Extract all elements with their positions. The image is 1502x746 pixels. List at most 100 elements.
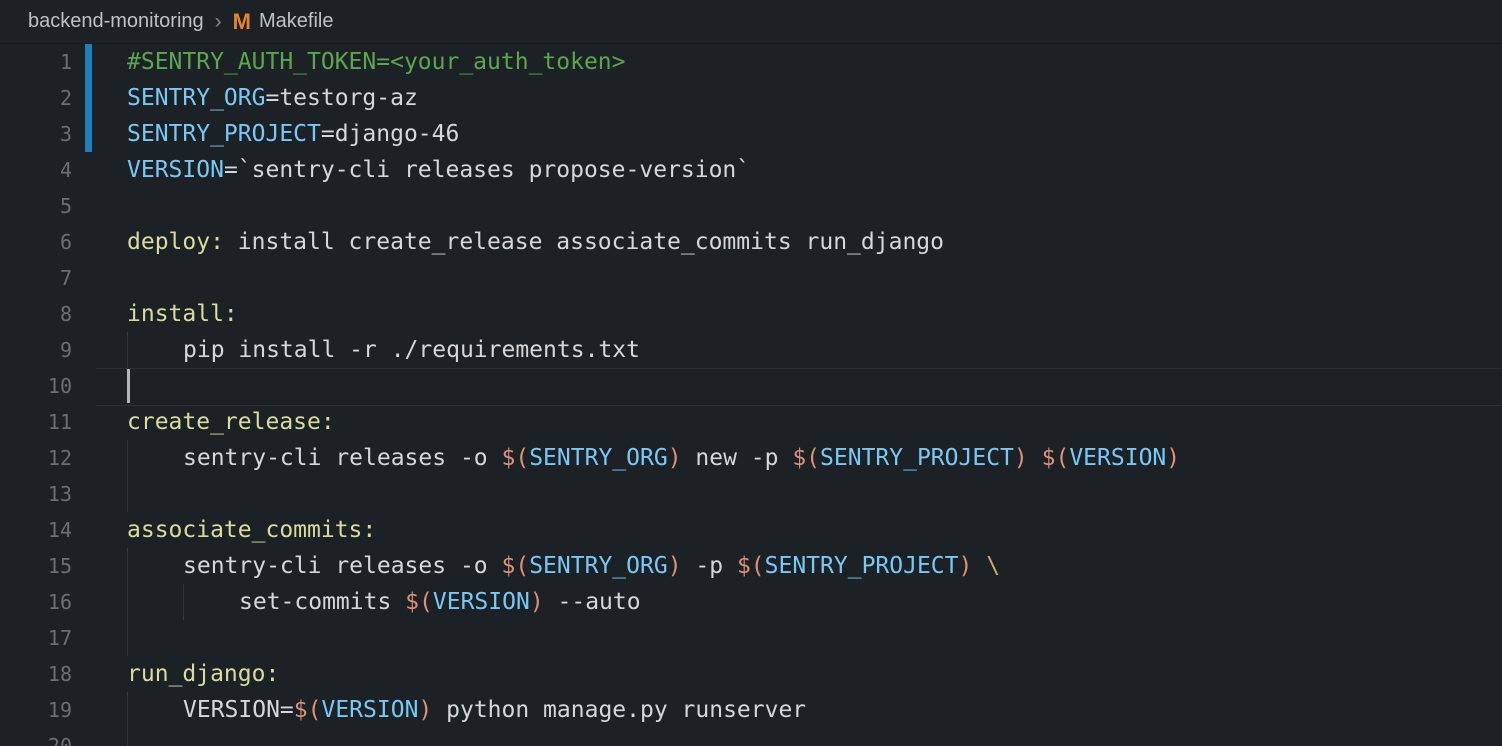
code-segment: VERSION — [433, 589, 530, 615]
code-segment: =`sentry-cli releases propose-version` — [224, 157, 750, 183]
code-segment: $( — [792, 445, 820, 471]
line-number: 16 — [0, 584, 72, 620]
code-segment: ) — [1014, 445, 1028, 471]
code-segment: associate_commits: — [127, 517, 376, 543]
code-line[interactable]: 1 #SENTRY_AUTH_TOKEN=<your_auth_token> — [0, 44, 1502, 80]
code-segment: ) — [530, 589, 544, 615]
code-line[interactable]: 11create_release: — [0, 404, 1502, 440]
indent-guide — [127, 548, 128, 584]
code-segment: =django-46 — [321, 121, 459, 147]
code-segment: SENTRY_ORG — [529, 445, 667, 471]
code-segment: =testorg-az — [265, 85, 417, 111]
code-segment: ) — [959, 553, 973, 579]
code-segment: $( — [737, 553, 765, 579]
line-number: 1 — [0, 44, 72, 80]
git-modified-indicator[interactable] — [85, 44, 92, 152]
code-line[interactable]: 19VERSION=$(VERSION) python manage.py ru… — [0, 692, 1502, 728]
code-segment: install create_release associate_commits… — [224, 229, 944, 255]
code-segment: deploy: — [127, 229, 224, 255]
code-segment: python manage.py runserver — [432, 697, 806, 723]
line-number: 13 — [0, 476, 72, 512]
code-segment: $( — [294, 697, 322, 723]
code-segment: run_django: — [127, 661, 279, 687]
code-line[interactable]: 18 run_django: — [0, 656, 1502, 692]
indent-guide — [127, 692, 128, 728]
code-line[interactable]: 7 — [0, 260, 1502, 296]
code-segment: new -p — [682, 445, 793, 471]
code-segment: SENTRY_ORG — [529, 553, 667, 579]
code-line[interactable]: 15sentry-cli releases -o $(SENTRY_ORG) -… — [0, 548, 1502, 584]
makefile-icon: M — [233, 9, 251, 35]
code-segment: --auto — [544, 589, 641, 615]
code-segment: ) — [668, 445, 682, 471]
line-number: 14 — [0, 512, 72, 548]
code-segment: ) — [668, 553, 682, 579]
code-segment: VERSION= — [183, 697, 294, 723]
code-segment: SENTRY_PROJECT — [127, 121, 321, 147]
breadcrumb-file-label: Makefile — [259, 10, 333, 33]
code-segment: #SENTRY_AUTH_TOKEN=<your_auth_token> — [127, 49, 626, 75]
code-line[interactable]: 13 — [0, 476, 1502, 512]
code-segment — [1028, 445, 1042, 471]
chevron-right-icon: › — [213, 10, 224, 34]
code-line[interactable]: 6 deploy: install create_release associat… — [0, 224, 1502, 260]
code-line[interactable]: 9 pip install -r ./requirements.txt — [0, 332, 1502, 368]
code-line[interactable]: 14 associate_commits: — [0, 512, 1502, 548]
indent-guide — [127, 728, 128, 746]
code-segment: ) — [1166, 445, 1180, 471]
code-line[interactable]: 4 VERSION=`sentry-cli releases propose-ve… — [0, 152, 1502, 188]
code-line[interactable]: 16 set-commits $(VERSION) --auto — [0, 584, 1502, 620]
code-line[interactable]: 5 — [0, 188, 1502, 224]
line-number: 5 — [0, 188, 72, 224]
line-number: 18 — [0, 656, 72, 692]
code-lines: 1 #SENTRY_AUTH_TOKEN=<your_auth_token> 2 SE… — [0, 44, 1502, 746]
indent-guide — [127, 584, 128, 620]
line-number: 8 — [0, 296, 72, 332]
breadcrumb-folder[interactable]: backend-monitoring — [28, 10, 204, 33]
code-segment: install: — [127, 301, 238, 327]
code-line[interactable]: 12sentry-cli releases -o $(SENTRY_ORG) n… — [0, 440, 1502, 476]
code-segment: -p — [682, 553, 737, 579]
line-number: 11 — [0, 404, 72, 440]
editor-window: backend-monitoring › M Makefile 1 #SENTRY… — [0, 0, 1502, 746]
code-line[interactable]: 17 — [0, 620, 1502, 656]
code-segment: $( — [502, 445, 530, 471]
line-number: 15 — [0, 548, 72, 584]
line-number: 9 — [0, 332, 72, 368]
line-number: 12 — [0, 440, 72, 476]
code-segment: SENTRY_ORG — [127, 85, 265, 111]
code-segment: $( — [405, 589, 433, 615]
breadcrumb-file[interactable]: M Makefile — [233, 9, 334, 35]
code-segment: sentry-cli releases -o — [183, 445, 502, 471]
code-segment: \ — [986, 553, 1000, 579]
code-line[interactable]: 3 SENTRY_PROJECT=django-46 — [0, 116, 1502, 152]
line-number: 3 — [0, 116, 72, 152]
code-segment: sentry-cli releases -o — [183, 553, 502, 579]
code-line[interactable]: 8 install: — [0, 296, 1502, 332]
line-number: 19 — [0, 692, 72, 728]
line-number: 4 — [0, 152, 72, 188]
line-number: 7 — [0, 260, 72, 296]
code-segment: $( — [502, 553, 530, 579]
code-line[interactable]: 2 SENTRY_ORG=testorg-az — [0, 80, 1502, 116]
indent-guide — [127, 620, 128, 656]
text-cursor — [127, 369, 130, 403]
code-editor[interactable]: 1 #SENTRY_AUTH_TOKEN=<your_auth_token> 2 SE… — [0, 44, 1502, 746]
code-segment: ) — [418, 697, 432, 723]
breadcrumb: backend-monitoring › M Makefile — [0, 0, 1502, 44]
code-line[interactable]: 20 — [0, 728, 1502, 746]
code-segment: VERSION — [127, 157, 224, 183]
line-number: 10 — [0, 368, 72, 404]
code-segment: SENTRY_PROJECT — [820, 445, 1014, 471]
indent-guide — [183, 584, 184, 620]
indent-guide — [127, 440, 128, 476]
code-segment: SENTRY_PROJECT — [765, 553, 959, 579]
line-number: 17 — [0, 620, 72, 656]
indent-guide — [127, 476, 128, 512]
line-number: 6 — [0, 224, 72, 260]
line-number: 20 — [0, 728, 72, 746]
code-line[interactable]: 10 — [0, 368, 1502, 404]
line-number: 2 — [0, 80, 72, 116]
code-segment: pip install -r ./requirements.txt — [183, 337, 640, 363]
code-segment: set-commits — [239, 589, 405, 615]
